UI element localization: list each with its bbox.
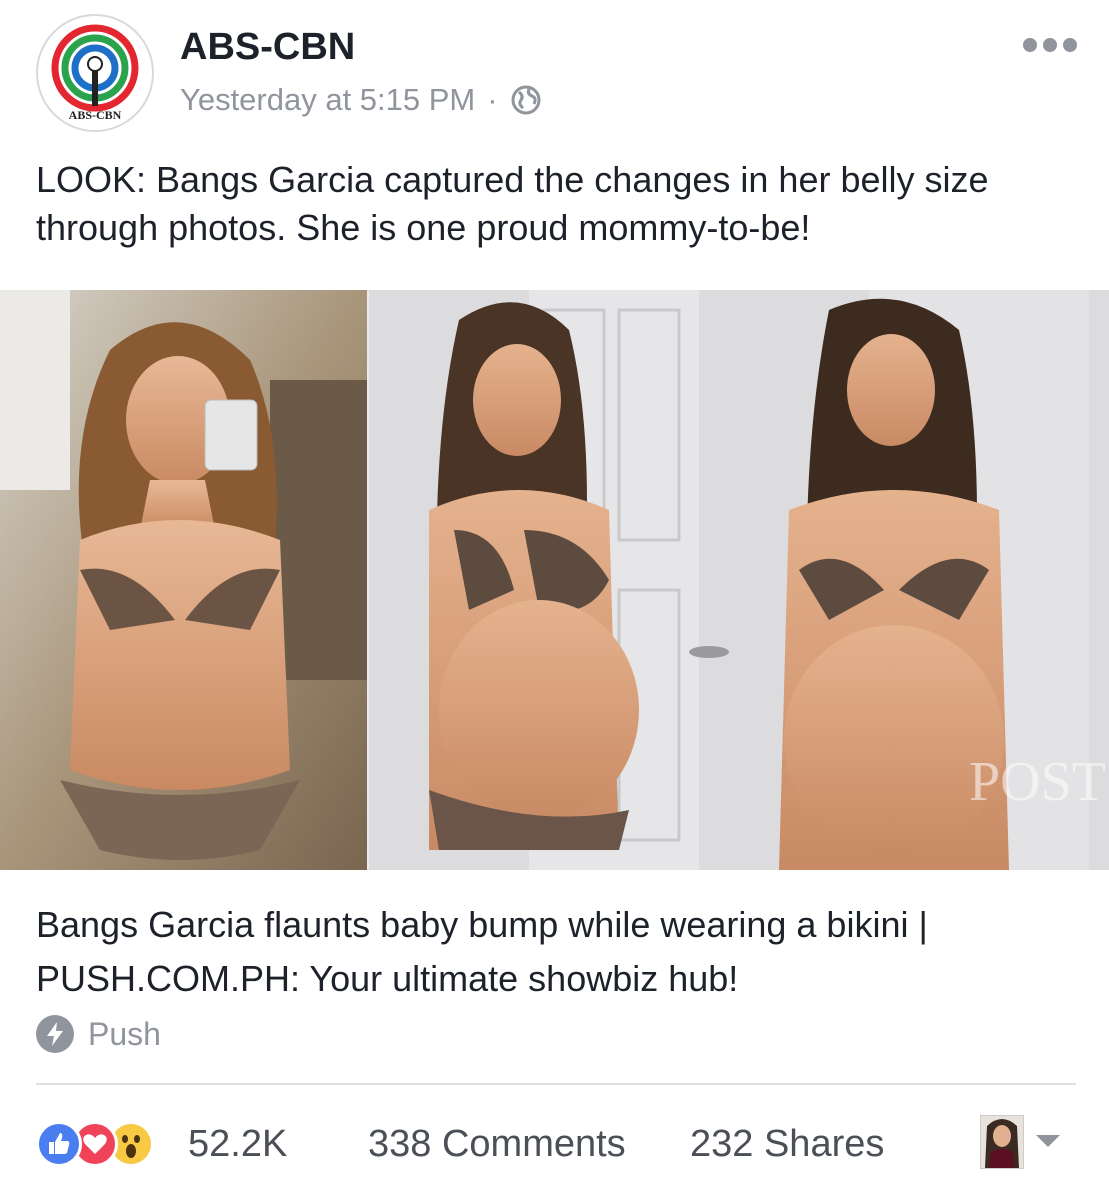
- abs-cbn-logo-icon: ABS-CBN: [51, 24, 139, 130]
- globe-icon: [511, 85, 541, 115]
- photo-pregnant: POST: [369, 290, 1109, 870]
- page-name-link[interactable]: ABS-CBN: [180, 26, 355, 69]
- link-source: Push: [36, 1015, 161, 1053]
- page-avatar[interactable]: ABS-CBN: [36, 14, 154, 132]
- meta-separator: ·: [487, 82, 498, 117]
- svg-text:ABS-CBN: ABS-CBN: [69, 108, 122, 122]
- post-footer: 52.2K 338 Comments 232 Shares: [36, 1115, 1076, 1175]
- post-text: LOOK: Bangs Garcia captured the changes …: [36, 159, 989, 248]
- watermark-text: POST: [969, 751, 1106, 813]
- divider: [36, 1083, 1076, 1085]
- post-timestamp[interactable]: Yesterday at 5:15 PM: [180, 82, 475, 118]
- reaction-count[interactable]: 52.2K: [188, 1123, 287, 1166]
- reaction-icons[interactable]: [36, 1121, 154, 1167]
- more-dot-icon: [1043, 38, 1057, 52]
- photo-before: [0, 290, 367, 870]
- comments-count-link[interactable]: 338 Comments: [368, 1123, 626, 1166]
- source-label: Push: [88, 1015, 161, 1052]
- link-preview-image[interactable]: POST: [0, 290, 1109, 870]
- more-dot-icon: [1063, 38, 1077, 52]
- more-options-button[interactable]: [1023, 38, 1077, 52]
- post-meta: Yesterday at 5:15 PM ·: [180, 82, 542, 118]
- chevron-down-icon[interactable]: [1036, 1135, 1060, 1147]
- more-dot-icon: [1023, 38, 1037, 52]
- link-title[interactable]: Bangs Garcia flaunts baby bump while wea…: [36, 898, 1076, 1006]
- lightning-bolt-icon: [36, 1015, 74, 1053]
- like-reaction-icon: [36, 1121, 82, 1167]
- post-header: ABS-CBN ABS-CBN Yesterday at 5:15 PM ·: [0, 0, 1109, 150]
- shares-count-link[interactable]: 232 Shares: [690, 1123, 884, 1166]
- viewer-avatar[interactable]: [980, 1115, 1024, 1169]
